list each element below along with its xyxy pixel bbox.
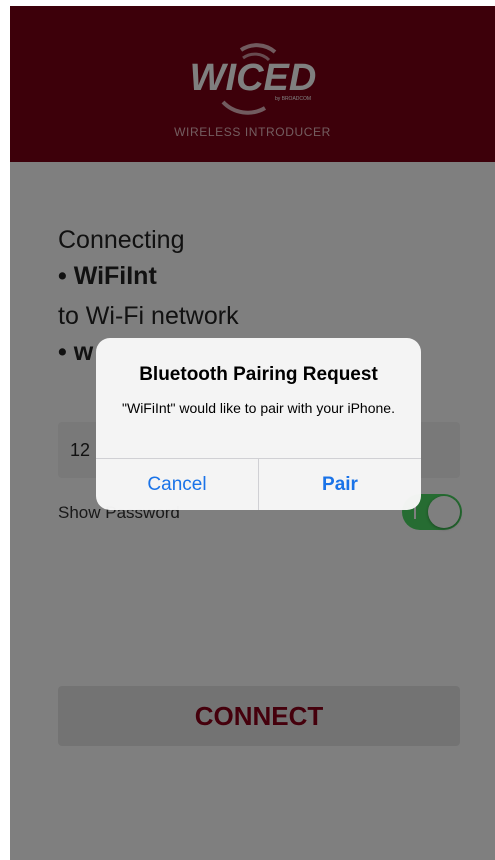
bluetooth-pairing-alert: Bluetooth Pairing Request "WiFiInt" woul… [96,338,421,510]
alert-message: "WiFiInt" would like to pair with your i… [122,400,395,416]
alert-title: Bluetooth Pairing Request [139,364,378,385]
pair-button[interactable]: Pair [259,459,421,510]
cancel-button[interactable]: Cancel [96,459,258,510]
app-screen: WICED by BROADCOM WIRELESS INTRODUCER Co… [10,6,495,860]
